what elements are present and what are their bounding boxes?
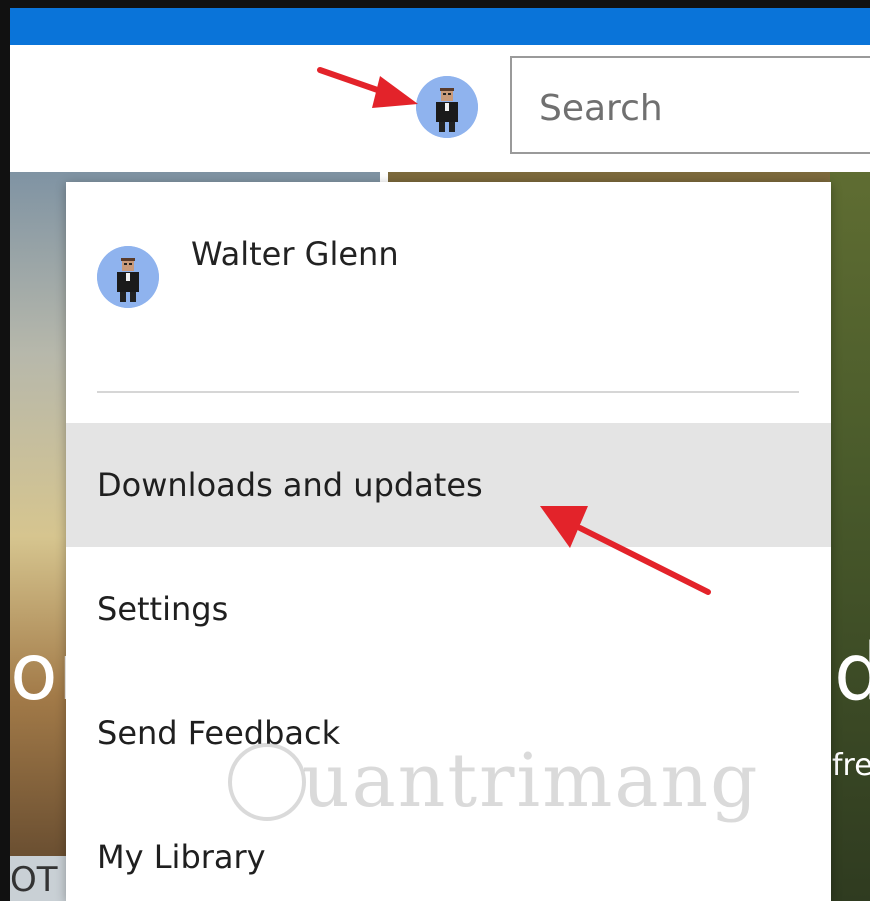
screenshot-frame: Search or d fre OT Walter Glenn Download…: [0, 0, 870, 901]
arrow-to-downloads-icon: [540, 506, 711, 595]
annotation-arrows: [317, 67, 711, 595]
arrow-to-avatar-icon: [317, 67, 418, 108]
